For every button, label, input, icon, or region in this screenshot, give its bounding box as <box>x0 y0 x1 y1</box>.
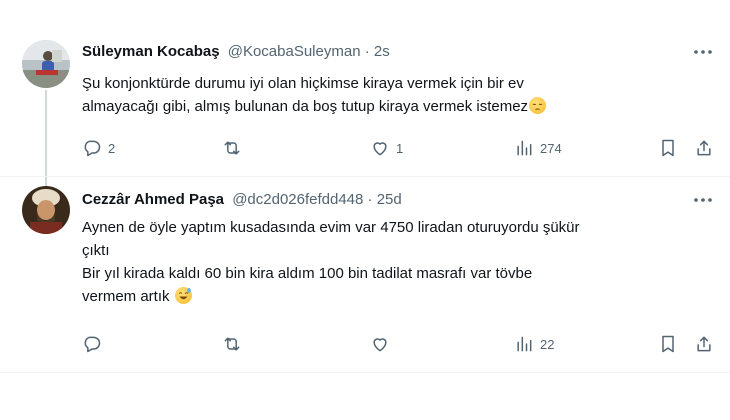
tweet-text-line: Aynen de öyle yaptım kusadasında evim va… <box>82 219 580 236</box>
heart-icon <box>373 142 387 156</box>
timestamp[interactable]: 2s <box>374 43 390 60</box>
tweet-thread: Süleyman Kocabaş @KocabaSuleyman · 2s Şu… <box>0 0 730 420</box>
like-count: 1 <box>396 140 404 156</box>
user-handle[interactable]: @KocabaSuleyman <box>228 43 361 60</box>
avatar[interactable] <box>22 40 70 88</box>
view-count: 22 <box>540 336 555 352</box>
bookmark-button[interactable] <box>658 332 678 356</box>
bookmark-button[interactable] <box>658 136 678 160</box>
tweet[interactable]: Süleyman Kocabaş @KocabaSuleyman · 2s Şu… <box>0 28 730 190</box>
tweet-text-line: çıktı <box>82 242 110 259</box>
avatar[interactable] <box>22 186 70 234</box>
bookmark-icon <box>662 139 674 157</box>
heart-icon <box>373 338 387 352</box>
tweet-text-line: Şu konjonktürde durumu iyi olan hiçkimse… <box>82 75 524 92</box>
views-button[interactable]: 22 <box>514 332 554 356</box>
views-chart-icon <box>517 140 532 156</box>
share-button[interactable] <box>694 332 714 356</box>
like-button[interactable]: 1 <box>370 136 403 160</box>
tweet-actions: 22 <box>82 332 722 356</box>
tweet-text-line: Bir yıl kirada kaldı 60 bin kira aldım 1… <box>82 265 533 282</box>
more-options-icon[interactable] <box>692 190 714 210</box>
like-button[interactable] <box>370 332 396 356</box>
tweet-divider <box>0 372 730 373</box>
more-options-icon[interactable] <box>692 42 714 62</box>
reply-button[interactable]: 2 <box>82 136 115 160</box>
bookmark-icon <box>662 335 674 353</box>
reply-button[interactable] <box>82 332 108 356</box>
display-name[interactable]: Süleyman Kocabaş <box>82 43 220 60</box>
reply-icon <box>84 140 101 157</box>
timestamp[interactable]: 25d <box>377 191 402 208</box>
tweet-actions: 2 1 274 <box>82 136 722 160</box>
repost-button[interactable] <box>222 332 248 356</box>
repost-button[interactable] <box>222 136 248 160</box>
repost-icon <box>224 141 240 155</box>
reply-icon <box>84 336 101 353</box>
grinning-sweat-emoji <box>174 287 192 304</box>
views-button[interactable]: 274 <box>514 136 562 160</box>
repost-icon <box>224 337 240 351</box>
tweet-text-line: vermem artık <box>82 288 170 305</box>
separator: · <box>364 43 370 60</box>
separator: · <box>367 191 373 208</box>
share-icon <box>697 140 711 156</box>
views-chart-icon <box>517 336 532 352</box>
tweet-header: Süleyman Kocabaş @KocabaSuleyman · 2s <box>82 42 390 62</box>
reply-count: 2 <box>108 140 116 156</box>
thread-connector-line <box>45 90 47 190</box>
tweet-text: Aynen de öyle yaptım kusadasında evim va… <box>82 216 722 308</box>
pensive-face-emoji <box>529 97 547 114</box>
tweet-text-line: almayacağı gibi, almış bulunan da boş tu… <box>82 98 529 115</box>
user-handle[interactable]: @dc2d026fefdd448 <box>232 191 363 208</box>
share-icon <box>697 336 711 352</box>
display-name[interactable]: Cezzâr Ahmed Paşa <box>82 191 224 208</box>
view-count: 274 <box>540 140 562 156</box>
share-button[interactable] <box>694 136 714 160</box>
tweet-text: Şu konjonktürde durumu iyi olan hiçkimse… <box>82 72 722 118</box>
tweet-header: Cezzâr Ahmed Paşa @dc2d026fefdd448 · 25d <box>82 190 402 210</box>
tweet[interactable]: Cezzâr Ahmed Paşa @dc2d026fefdd448 · 25d… <box>0 176 730 366</box>
